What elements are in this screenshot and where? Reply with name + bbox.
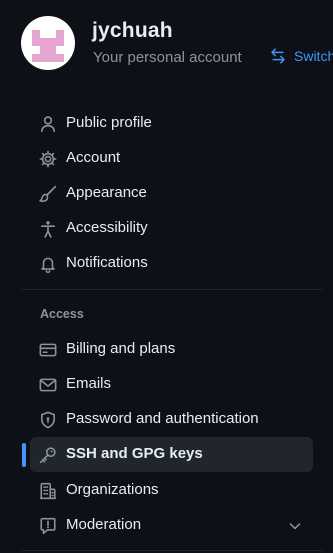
organization-icon [40,482,56,500]
sidebar-item-label: Notifications [66,254,148,271]
switch-account-button[interactable]: Switch [270,48,333,64]
sidebar-item-label: Emails [66,375,112,392]
identicon-block [48,46,56,54]
mail-icon [39,378,57,392]
arrow-switch-icon [271,48,285,64]
sidebar-item-accessibility[interactable]: Accessibility [30,211,313,246]
identicon-block [32,30,40,38]
sidebar-item-organizations[interactable]: Organizations [30,473,313,508]
sidebar-item-label: Public profile [66,114,152,131]
identicon-block [40,38,56,46]
sidebar-item-label: Account [66,149,121,166]
report-icon [40,517,56,535]
sidebar-item-ssh-gpg-keys[interactable]: SSH and GPG keys [30,437,313,472]
identicon-block [32,38,40,46]
sidebar-item-label: Billing and plans [66,340,176,357]
identicon-block [56,30,64,38]
username: jychuah [92,19,173,42]
avatar[interactable] [21,16,75,70]
credit-card-icon [39,343,57,357]
switch-label: Switch [294,48,333,64]
accessibility-icon [41,221,55,238]
identicon-block [32,54,40,62]
sidebar-item-billing[interactable]: Billing and plans [30,332,313,367]
identicon-block [56,38,64,46]
sidebar-item-label: Organizations [66,481,159,498]
sidebar-item-moderation[interactable]: Moderation [30,508,313,543]
settings-sidebar: jychuah Your personal account Switch Pub… [0,0,333,553]
sidebar-item-label: Appearance [66,184,147,201]
identicon-block [56,54,64,62]
sidebar-item-emails[interactable]: Emails [30,367,313,402]
account-header: jychuah Your personal account Switch [0,0,333,90]
sidebar-item-appearance[interactable]: Appearance [30,176,313,211]
sidebar-item-label: Password and authentication [66,410,259,427]
sidebar-item-account[interactable]: Account [30,141,313,176]
sidebar-item-label: Accessibility [66,219,148,236]
selected-indicator [22,443,26,467]
section-heading-access: Access [40,307,84,321]
sidebar-item-public-profile[interactable]: Public profile [30,106,313,141]
bell-icon [41,257,55,273]
section-divider [22,289,322,290]
gear-icon [39,150,57,168]
paintbrush-icon [39,185,57,202]
sidebar-item-notifications[interactable]: Notifications [30,246,313,281]
person-icon [41,116,55,133]
shield-lock-icon [41,411,55,429]
account-type-label: Your personal account [93,49,242,66]
section-divider [22,550,322,551]
sidebar-item-label: SSH and GPG keys [66,445,203,462]
sidebar-item-label: Moderation [66,516,142,533]
key-icon [39,447,56,464]
identicon-block [40,46,48,54]
chevron-down-icon[interactable] [287,518,303,534]
identicon-block [40,54,56,62]
sidebar-item-password-authentication[interactable]: Password and authentication [30,402,313,437]
